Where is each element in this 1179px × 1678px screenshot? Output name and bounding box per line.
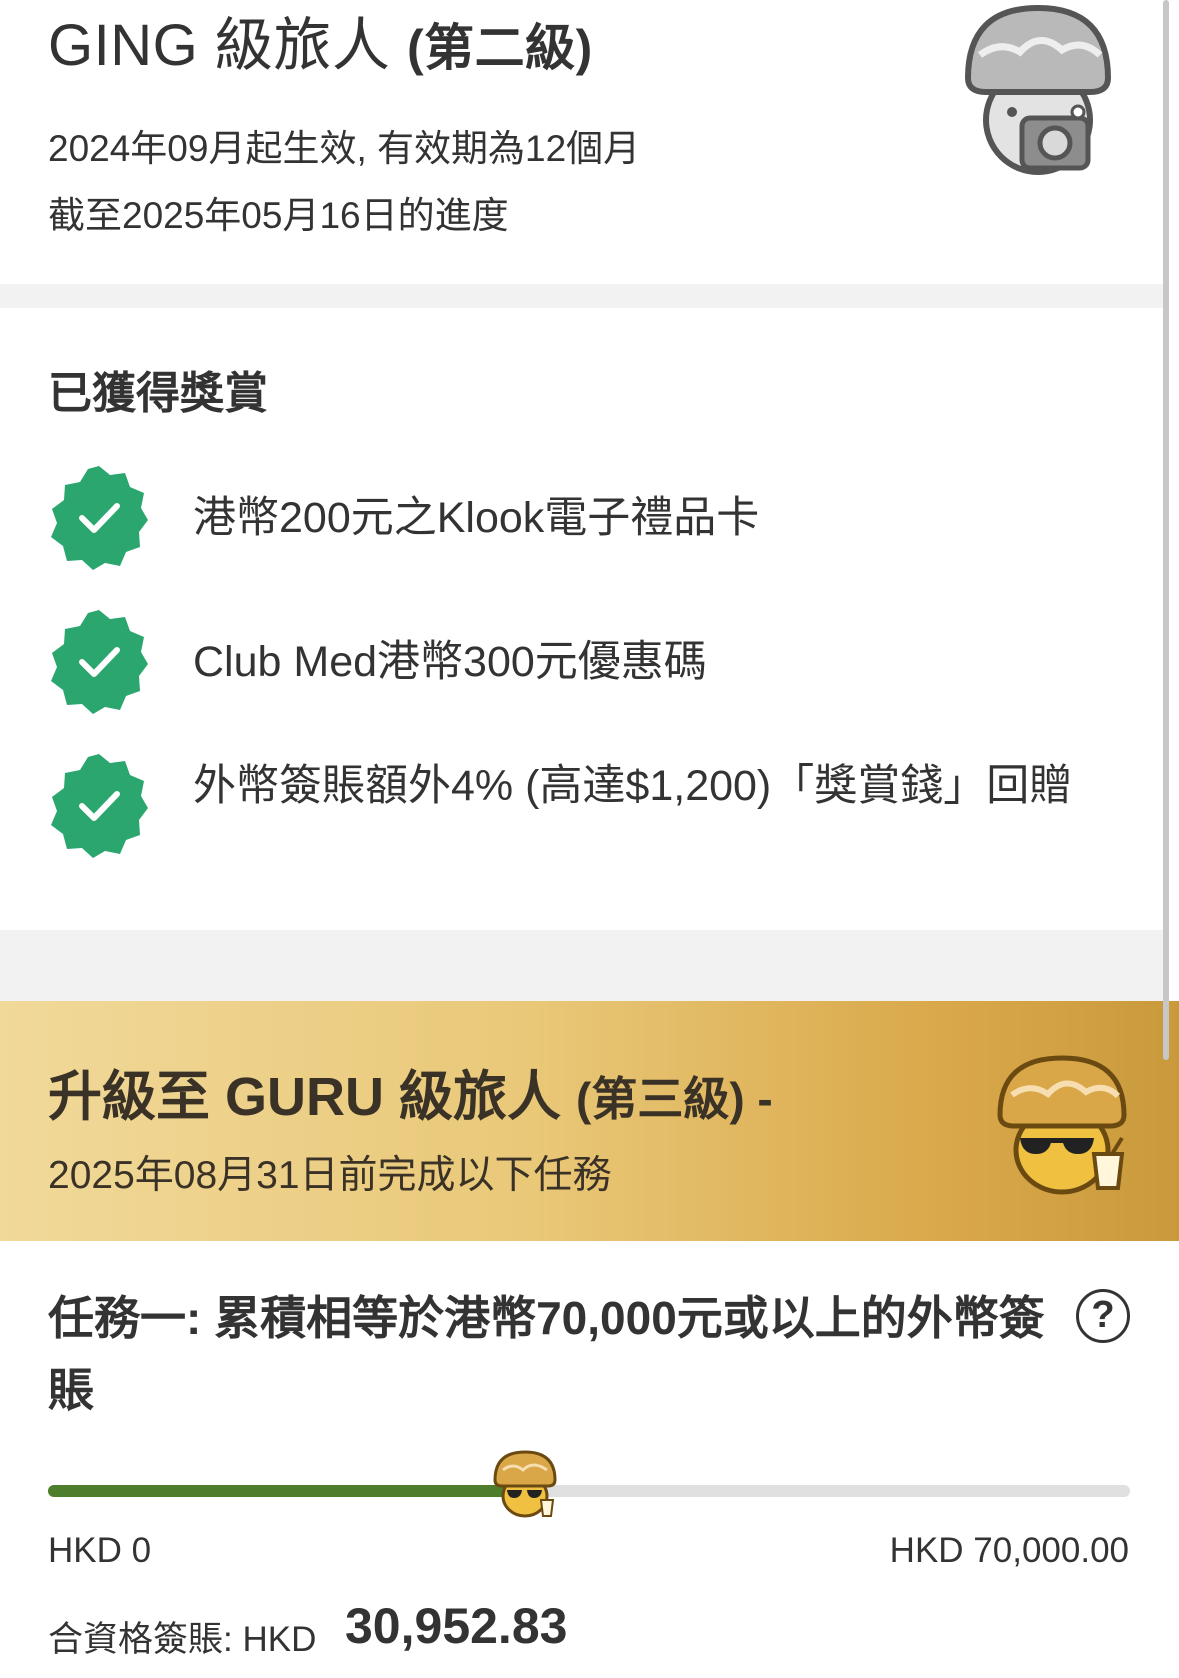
reward-item: 外幣簽賬額外4% (高達$1,200)「獎賞錢」回贈 xyxy=(48,750,1108,900)
progress-scale-max: HKD 70,000.00 xyxy=(889,1531,1129,1570)
upgrade-deadline: 2025年08月31日前完成以下任務 xyxy=(48,1154,612,1197)
mushroom-mascot-sunglasses-icon xyxy=(997,1055,1127,1195)
reward-text: 外幣簽賬額外4% (高達$1,200)「獎賞錢」回贈 xyxy=(193,762,1073,810)
check-badge-icon xyxy=(51,466,148,570)
upgrade-title: 升級至 GURU 級旅人 (第三級) - xyxy=(48,1052,773,1131)
check-badge-icon xyxy=(51,610,148,714)
progress-scale-min: HKD 0 xyxy=(48,1531,152,1570)
section-divider xyxy=(0,284,1165,308)
progress-fill xyxy=(48,1485,527,1497)
scrollbar[interactable] xyxy=(1163,0,1169,1060)
tier-title: GING 級旅人 (第二級) xyxy=(48,0,593,82)
upgrade-tier-level: (第三級) - xyxy=(576,1073,773,1125)
upgrade-tier-name: 升級至 GURU 級旅人 xyxy=(48,1067,561,1127)
tier-level: (第二級) xyxy=(406,20,593,76)
question-circle-icon[interactable]: ? xyxy=(1076,1289,1130,1343)
reward-item: Club Med港幣300元優惠碼 xyxy=(48,606,1108,716)
reward-text: 港幣200元之Klook電子禮品卡 xyxy=(193,494,760,542)
reward-item: 港幣200元之Klook電子禮品卡 xyxy=(48,462,1108,572)
tier-name: GING 級旅人 xyxy=(48,13,391,78)
eligible-spend-label: 合資格簽賬: HKD xyxy=(48,1620,317,1659)
validity-text: 2024年09月起生效, 有效期為12個月 xyxy=(48,128,641,169)
reward-text: Club Med港幣300元優惠碼 xyxy=(193,638,707,686)
rewards-heading: 已獲得獎賞 xyxy=(48,369,268,418)
mushroom-progress-marker-icon xyxy=(493,1450,557,1518)
check-badge-icon xyxy=(51,754,148,858)
task-description: 任務一: 累積相等於港幣70,000元或以上的外幣簽賬 xyxy=(48,1292,1045,1416)
progress-track xyxy=(48,1485,1130,1497)
section-divider xyxy=(0,930,1165,1001)
progress-date-text: 截至2025年05月16日的進度 xyxy=(48,195,509,236)
mushroom-mascot-camera-icon xyxy=(964,4,1112,175)
eligible-spend-value: 30,952.83 xyxy=(345,1598,568,1654)
